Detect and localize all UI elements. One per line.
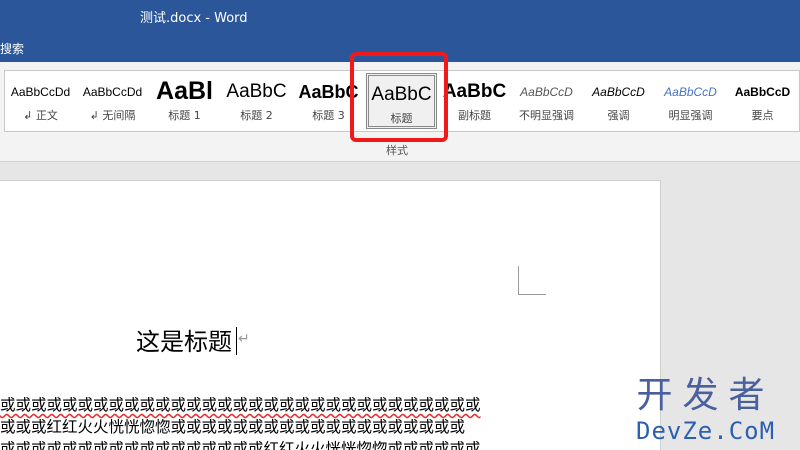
style-sample: AaBbCcD (734, 85, 791, 99)
tell-me-search[interactable]: 搜索 (0, 40, 24, 57)
style-name: ↲ 正文 (23, 109, 58, 122)
style-normal[interactable]: AaBbCcDd ↲ 正文 (5, 73, 76, 129)
highlight-box (350, 52, 448, 142)
style-name: ↲ 无间隔 (89, 109, 136, 122)
style-name: 副标题 (458, 109, 491, 122)
style-name: 标题 2 (240, 109, 273, 122)
style-name: 标题 1 (168, 109, 201, 122)
style-sample: AaBbCcDd (82, 85, 143, 99)
document-heading[interactable]: 这是标题 (136, 322, 232, 357)
style-no-spacing[interactable]: AaBbCcDd ↲ 无间隔 (77, 73, 148, 129)
style-sample: AaBbC (226, 81, 287, 102)
style-subtle-emphasis[interactable]: AaBbCcD 不明显强调 (511, 73, 582, 129)
style-sample: AaBbCcDd (10, 85, 71, 99)
text-cursor (236, 327, 237, 355)
style-sample: AaBbC (442, 81, 507, 102)
watermark-en: DevZe.CoM (636, 417, 776, 445)
style-sample: AaBbCcD (520, 85, 573, 99)
styles-group-label: 样式 (386, 144, 408, 157)
style-sample: AaBbCcD (592, 85, 645, 99)
paragraph-line: 或或或红红火火恍恍惚惚或或或或或或或或或或或或或或或或或或或 (0, 418, 466, 436)
style-strong[interactable]: AaBbCcD 要点 (727, 73, 798, 129)
paragraph-line: 或或或或或或或或或或或或或或或或或或或或或或或或或或或或或或或 (0, 396, 481, 414)
watermark: 开发者 DevZe.CoM (636, 376, 775, 446)
style-name: 强调 (607, 109, 630, 122)
document-page[interactable]: 这是标题 ↵ 或或或或或或或或或或或或或或或或或或或或或或或或或或或或或或或 或… (0, 180, 661, 450)
margin-corner-mark (518, 266, 546, 295)
paragraph-mark-icon: ↵ (238, 331, 250, 347)
paragraph-line: 或或或或或或或或或或或或或或或或或红红火火恍恍惚惚或或或或或或 (0, 440, 481, 450)
watermark-cn: 开发者 (636, 375, 775, 416)
style-heading-2[interactable]: AaBbC 标题 2 (221, 73, 292, 129)
title-bar: 测试.docx - Word (0, 0, 800, 32)
style-heading-1[interactable]: AaBl 标题 1 (149, 73, 220, 129)
style-name: 不明显强调 (519, 109, 574, 122)
style-sample: AaBbCcD (664, 85, 717, 99)
window-title: 测试.docx - Word (140, 11, 248, 26)
style-emphasis[interactable]: AaBbCcD 强调 (583, 73, 654, 129)
style-subtitle[interactable]: AaBbC 副标题 (439, 73, 510, 129)
style-name: 明显强调 (668, 109, 713, 122)
body-paragraph[interactable]: 或或或或或或或或或或或或或或或或或或或或或或或或或或或或或或或 或或或红红火火恍… (0, 394, 540, 450)
style-name: 要点 (751, 109, 774, 122)
style-intense-emphasis[interactable]: AaBbCcD 明显强调 (655, 73, 726, 129)
style-sample: AaBl (156, 77, 213, 105)
